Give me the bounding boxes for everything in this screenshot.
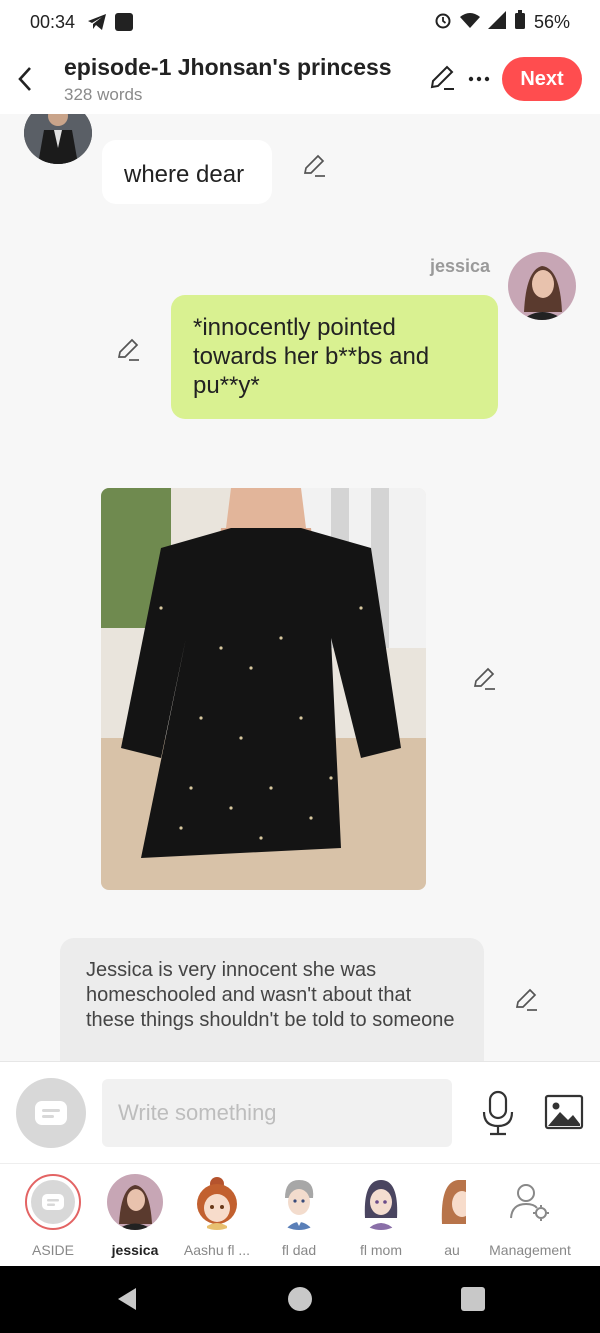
title-block: episode-1 Jhonsan's princess 328 words [50, 54, 428, 105]
pencil-icon [430, 65, 454, 90]
woman-portrait-icon [107, 1174, 163, 1230]
chat-area[interactable]: where dear jessica *innocently pointed t… [0, 114, 600, 1061]
message-input[interactable] [102, 1079, 452, 1147]
aside-bubble[interactable]: Jessica is very innocent she was homesch… [60, 938, 484, 1061]
system-nav-bar [0, 1266, 600, 1333]
management-icon-wrap [502, 1174, 558, 1230]
user-settings-icon [510, 1184, 549, 1221]
word-count: 328 words [64, 84, 143, 104]
edit-message-button[interactable] [116, 336, 142, 362]
image-upload-button[interactable] [544, 1092, 584, 1132]
microphone-icon [482, 1090, 514, 1136]
status-time: 00:34 [30, 11, 76, 32]
voice-button[interactable] [478, 1088, 518, 1138]
square-recents-icon [461, 1287, 485, 1311]
sender-name: jessica [430, 256, 491, 276]
chevron-left-icon [18, 67, 31, 91]
character-management[interactable]: Management [486, 1174, 574, 1258]
image-message[interactable] [101, 488, 426, 890]
character-label: fl mom [360, 1242, 402, 1258]
anime-woman-icon [364, 1180, 398, 1230]
compose-bar [0, 1061, 600, 1163]
more-options-button[interactable] [468, 70, 490, 88]
character-au[interactable]: au [430, 1174, 474, 1258]
woman-portrait-icon [508, 252, 576, 320]
edit-title-button[interactable] [428, 63, 456, 96]
fl-dad-avatar [271, 1174, 327, 1230]
pencil-icon [473, 667, 495, 690]
character-aashu[interactable]: Aashu fl ... [183, 1174, 251, 1258]
au-avatar [438, 1174, 466, 1230]
edit-message-button[interactable] [302, 152, 328, 178]
message-bubble[interactable]: where dear [102, 140, 272, 204]
circle-home-icon [288, 1287, 312, 1311]
nav-recents-button[interactable] [460, 1286, 486, 1317]
nav-back-button[interactable] [114, 1286, 140, 1317]
aashu-avatar [189, 1174, 245, 1230]
triangle-back-icon [118, 1288, 136, 1310]
editor-header: episode-1 Jhonsan's princess 328 words N… [0, 44, 600, 114]
character-fl-dad[interactable]: fl dad [270, 1174, 328, 1258]
jessica-avatar [107, 1174, 163, 1230]
battery-level: 56% [533, 11, 570, 32]
pencil-icon [515, 988, 537, 1011]
alarm-icon [434, 11, 452, 34]
wifi-icon [459, 12, 480, 33]
image-icon [544, 1094, 584, 1130]
chat-bubble-icon [31, 1180, 75, 1224]
more-icon [468, 76, 490, 82]
nav-home-button[interactable] [287, 1286, 313, 1317]
aside-avatar [25, 1174, 81, 1230]
avatar-jessica[interactable] [508, 252, 576, 320]
character-tray: ASIDE jessica Aashu fl ... fl dad fl mom… [0, 1163, 600, 1266]
pencil-icon [303, 154, 325, 177]
character-label: ASIDE [31, 1242, 74, 1258]
edit-message-button[interactable] [514, 986, 540, 1012]
aside-toggle-button[interactable] [16, 1078, 86, 1148]
dress-photo-icon [101, 488, 426, 890]
character-label: Aashu fl ... [183, 1242, 251, 1258]
character-aside[interactable]: ASIDE [24, 1174, 82, 1258]
anime-girl-icon [197, 1177, 237, 1230]
character-label: au [444, 1242, 460, 1258]
character-label: fl dad [281, 1242, 317, 1258]
anime-man-icon [285, 1180, 314, 1230]
character-fl-mom[interactable]: fl mom [352, 1174, 410, 1258]
signal-icon [487, 10, 506, 34]
chat-bubble-icon [35, 1101, 67, 1125]
man-portrait-icon [24, 114, 92, 164]
pencil-icon [117, 338, 139, 361]
notification-icon [115, 13, 134, 31]
next-button[interactable]: Next [502, 57, 582, 101]
edit-message-button[interactable] [472, 665, 498, 691]
anime-girl-icon [441, 1180, 466, 1224]
back-button[interactable] [0, 44, 50, 114]
fl-mom-avatar [353, 1174, 409, 1230]
character-label: jessica [111, 1242, 159, 1258]
message-bubble[interactable]: *innocently pointed towards her b**bs an… [171, 295, 498, 419]
telegram-icon [87, 13, 107, 31]
battery-icon [514, 9, 526, 35]
character-label: Management [489, 1242, 571, 1258]
character-jessica[interactable]: jessica [106, 1174, 164, 1258]
avatar-jhonsan[interactable] [24, 114, 92, 164]
page-title: episode-1 Jhonsan's princess [64, 53, 392, 80]
status-bar: 00:34 56% [0, 0, 600, 44]
